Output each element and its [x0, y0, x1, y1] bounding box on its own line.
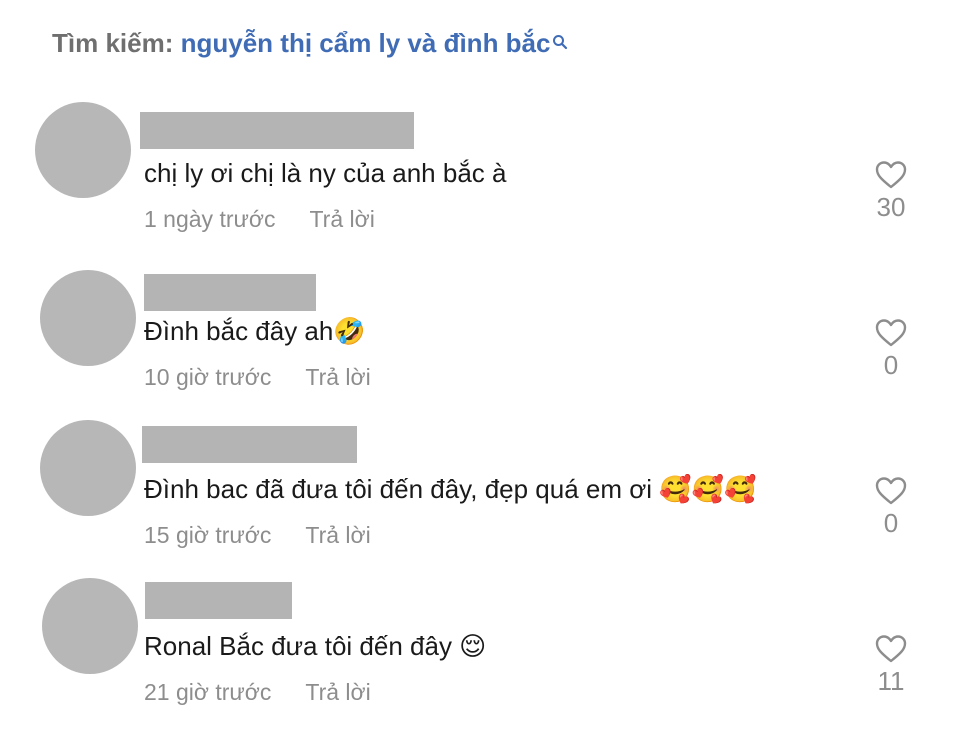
username-redacted[interactable] — [142, 426, 357, 463]
heart-icon[interactable] — [875, 476, 907, 506]
like-count: 0 — [883, 350, 899, 380]
search-label: Tìm kiếm: — [52, 28, 174, 58]
heart-icon[interactable] — [875, 634, 907, 664]
reply-button[interactable]: Trả lời — [305, 679, 370, 705]
reply-button[interactable]: Trả lời — [305, 522, 370, 548]
like-count: 30 — [876, 192, 906, 222]
comment-item: Đình bac đã đưa tôi đến đây, đẹp quá em … — [0, 418, 972, 576]
avatar[interactable] — [35, 102, 131, 198]
comment-meta: 1 ngày trước Trả lời — [144, 206, 375, 233]
username-redacted[interactable] — [140, 112, 414, 149]
reply-button[interactable]: Trả lời — [305, 364, 370, 390]
comment-time: 15 giờ trước — [144, 522, 272, 548]
search-header: Tìm kiếm: nguyễn thị cẩm ly và đình bắc — [52, 28, 568, 59]
search-query-link[interactable]: nguyễn thị cẩm ly và đình bắc — [181, 28, 551, 58]
like-button[interactable]: 30 — [866, 160, 916, 223]
search-icon[interactable] — [552, 26, 568, 57]
like-count: 0 — [883, 508, 899, 538]
comment-text: Ronal Bắc đưa tôi đến đây 😌 — [144, 631, 487, 661]
comment-text: chị ly ơi chị là ny của anh bắc à — [144, 158, 507, 188]
comment-text: Đình bắc đây ah🤣 — [144, 316, 366, 346]
comment-time: 10 giờ trước — [144, 364, 272, 390]
avatar[interactable] — [40, 270, 136, 366]
comment-item: Ronal Bắc đưa tôi đến đây 😌 21 giờ trước… — [0, 576, 972, 734]
reply-button[interactable]: Trả lời — [309, 206, 374, 232]
comment-meta: 15 giờ trước Trả lời — [144, 522, 371, 549]
comment-time: 1 ngày trước — [144, 206, 276, 232]
avatar[interactable] — [40, 420, 136, 516]
like-button[interactable]: 0 — [866, 476, 916, 539]
comment-time: 21 giờ trước — [144, 679, 272, 705]
comment-item: Đình bắc đây ah🤣 10 giờ trước Trả lời 0 — [0, 268, 972, 426]
like-button[interactable]: 0 — [866, 318, 916, 381]
comment-text: Đình bac đã đưa tôi đến đây, đẹp quá em … — [144, 474, 757, 504]
heart-icon[interactable] — [875, 160, 907, 190]
like-count: 11 — [877, 666, 905, 696]
comment-meta: 10 giờ trước Trả lời — [144, 364, 371, 391]
comment-meta: 21 giờ trước Trả lời — [144, 679, 371, 706]
avatar[interactable] — [42, 578, 138, 674]
username-redacted[interactable] — [144, 274, 316, 311]
comment-item: chị ly ơi chị là ny của anh bắc à 1 ngày… — [0, 100, 972, 258]
heart-icon[interactable] — [875, 318, 907, 348]
username-redacted[interactable] — [145, 582, 292, 619]
like-button[interactable]: 11 — [866, 634, 916, 697]
